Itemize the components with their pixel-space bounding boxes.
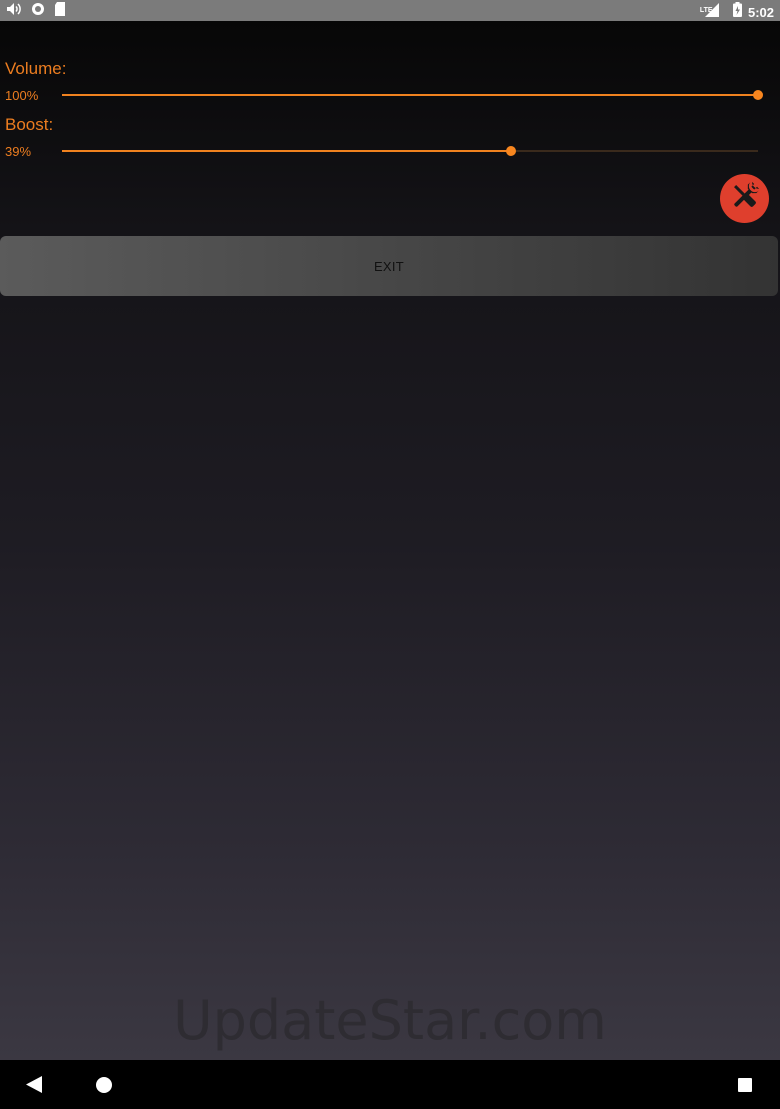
settings-button[interactable] xyxy=(720,174,769,223)
boost-percent: 39% xyxy=(5,144,32,159)
volume-slider[interactable] xyxy=(62,88,763,102)
volume-icon xyxy=(6,2,22,21)
home-icon[interactable] xyxy=(96,1077,112,1098)
signal-icon: LTE xyxy=(696,2,727,22)
navigation-bar xyxy=(0,1060,780,1109)
status-right-icons: LTE 5:02 xyxy=(696,2,774,22)
volume-label: Volume: xyxy=(5,59,67,78)
volume-percent: 100% xyxy=(5,88,39,103)
wrench-screwdriver-icon xyxy=(728,179,762,218)
back-icon[interactable] xyxy=(26,1076,42,1098)
exit-button[interactable]: EXIT xyxy=(0,236,778,296)
boost-slider-fill xyxy=(62,150,511,152)
battery-icon xyxy=(732,2,742,22)
volume-slider-fill xyxy=(62,94,758,96)
boost-slider-thumb[interactable] xyxy=(505,146,516,156)
boost-slider[interactable] xyxy=(62,144,758,158)
recents-icon[interactable] xyxy=(738,1078,752,1097)
circle-notification-icon xyxy=(31,2,45,21)
watermark: UpdateStar.com xyxy=(173,989,607,1052)
status-left-icons xyxy=(6,2,66,21)
status-bar: LTE 5:02 xyxy=(0,0,780,21)
sd-card-icon xyxy=(54,2,66,21)
boost-label: Boost: xyxy=(5,115,54,134)
status-time: 5:02 xyxy=(747,4,774,20)
exit-button-label: EXIT xyxy=(373,258,405,274)
volume-slider-thumb[interactable] xyxy=(753,90,763,100)
app-content: Volume: 100% Boost: 39% EXIT UpdateStar.… xyxy=(0,21,780,1060)
